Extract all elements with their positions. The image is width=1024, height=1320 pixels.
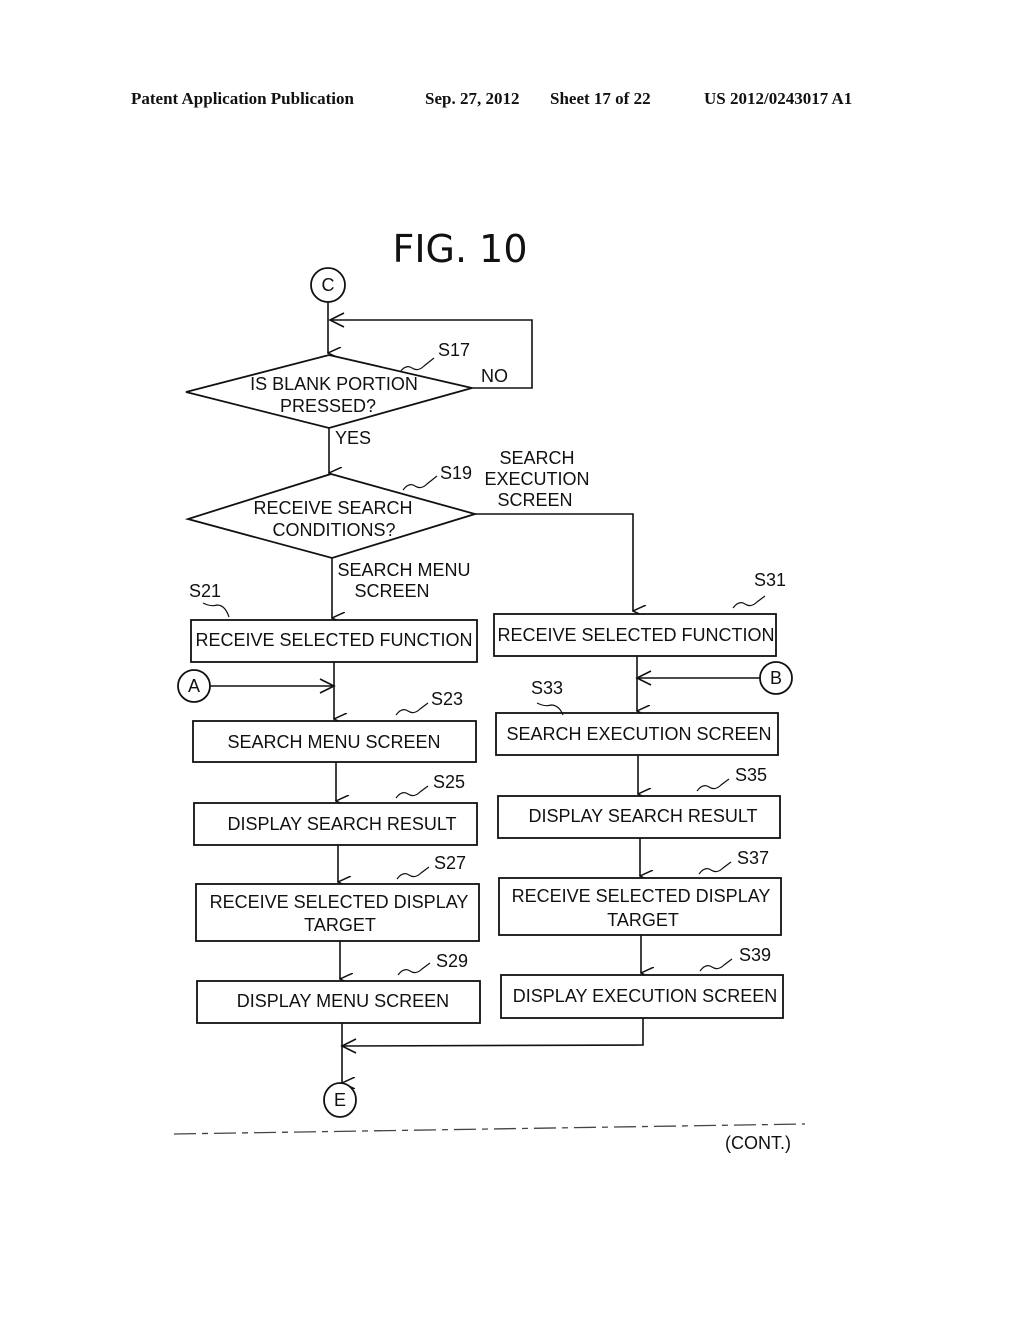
connector-c-label: C xyxy=(322,275,335,295)
s19-down-branch-line2: SCREEN xyxy=(354,581,429,601)
process-s37: RECEIVE SELECTED DISPLAY TARGET xyxy=(498,877,782,936)
process-s25: DISPLAY SEARCH RESULT xyxy=(193,802,478,846)
s19-text-line2: CONDITIONS? xyxy=(272,520,395,540)
s19-right-branch-line3: SCREEN xyxy=(497,490,572,510)
step-s23: S23 xyxy=(431,689,463,709)
s37-text-line2: TARGET xyxy=(607,910,679,930)
s17-yes-label: YES xyxy=(335,428,371,448)
s37-text-line1: RECEIVE SELECTED DISPLAY xyxy=(512,886,771,906)
step-s37: S37 xyxy=(737,848,769,868)
s35-leader xyxy=(696,778,730,792)
continuation-label: (CONT.) xyxy=(725,1133,791,1153)
s19-right-branch-line2: EXECUTION xyxy=(484,469,589,489)
connector-b-label: B xyxy=(770,668,782,688)
connector-c: C xyxy=(310,267,346,303)
step-s27: S27 xyxy=(434,853,466,873)
decision-s17: IS BLANK PORTION PRESSED? xyxy=(185,354,473,429)
s31-leader xyxy=(732,595,766,609)
s39-leader xyxy=(699,958,733,972)
connector-a-label: A xyxy=(188,676,200,696)
flowchart: FIG. 10 C IS BLANK PORTION PRESSED? S17 … xyxy=(173,227,806,1153)
s23-leader xyxy=(395,702,429,716)
process-s27: RECEIVE SELECTED DISPLAY TARGET xyxy=(195,883,480,942)
decision-s19: RECEIVE SEARCH CONDITIONS? xyxy=(184,473,479,559)
s19-down-branch-line1: SEARCH MENU xyxy=(337,560,470,580)
figure-title: FIG. 10 xyxy=(392,227,527,271)
process-s33: SEARCH EXECUTION SCREEN xyxy=(495,712,779,756)
s19-right-branch-line1: SEARCH xyxy=(499,448,574,468)
s27-text-line2: TARGET xyxy=(304,915,376,935)
s21-text: RECEIVE SELECTED FUNCTION xyxy=(195,630,472,650)
step-s25: S25 xyxy=(433,772,465,792)
process-s35: DISPLAY SEARCH RESULT xyxy=(497,795,781,839)
step-s31: S31 xyxy=(754,570,786,590)
step-s21: S21 xyxy=(189,581,221,601)
step-s17: S17 xyxy=(438,340,470,360)
s25-leader xyxy=(395,785,429,799)
process-s29: DISPLAY MENU SCREEN xyxy=(196,980,481,1024)
connector-e-label: E xyxy=(334,1090,346,1110)
process-s31: RECEIVE SELECTED FUNCTION xyxy=(493,613,777,657)
continuation-divider xyxy=(173,1123,806,1135)
process-s23: SEARCH MENU SCREEN xyxy=(192,720,477,763)
s35-text: DISPLAY SEARCH RESULT xyxy=(528,806,757,826)
connector-e: E xyxy=(323,1082,357,1118)
s31-text: RECEIVE SELECTED FUNCTION xyxy=(497,625,774,645)
s29-leader xyxy=(397,962,431,976)
connector-b: B xyxy=(759,661,793,695)
s37-leader xyxy=(698,861,732,875)
s25-text: DISPLAY SEARCH RESULT xyxy=(227,814,456,834)
s17-text-line2: PRESSED? xyxy=(280,396,376,416)
step-s29: S29 xyxy=(436,951,468,971)
s27-text-line1: RECEIVE SELECTED DISPLAY xyxy=(210,892,469,912)
s23-text: SEARCH MENU SCREEN xyxy=(227,732,440,752)
step-s33: S33 xyxy=(531,678,563,698)
s33-text: SEARCH EXECUTION SCREEN xyxy=(506,724,771,744)
s17-leader xyxy=(399,357,435,373)
process-s39: DISPLAY EXECUTION SCREEN xyxy=(500,974,784,1019)
s19-text-line1: RECEIVE SEARCH xyxy=(253,498,412,518)
s21-leader xyxy=(202,602,230,618)
s29-text: DISPLAY MENU SCREEN xyxy=(237,991,449,1011)
s39-text: DISPLAY EXECUTION SCREEN xyxy=(513,986,777,1006)
s17-text-line1: IS BLANK PORTION xyxy=(250,374,418,394)
step-s19: S19 xyxy=(440,463,472,483)
s27-leader xyxy=(396,866,430,880)
s19-leader xyxy=(402,475,438,491)
step-s35: S35 xyxy=(735,765,767,785)
step-s39: S39 xyxy=(739,945,771,965)
s17-no-label: NO xyxy=(481,366,508,386)
arrow-s19-to-s31 xyxy=(475,513,633,611)
connector-a: A xyxy=(177,669,211,703)
process-s21: RECEIVE SELECTED FUNCTION xyxy=(190,619,478,663)
